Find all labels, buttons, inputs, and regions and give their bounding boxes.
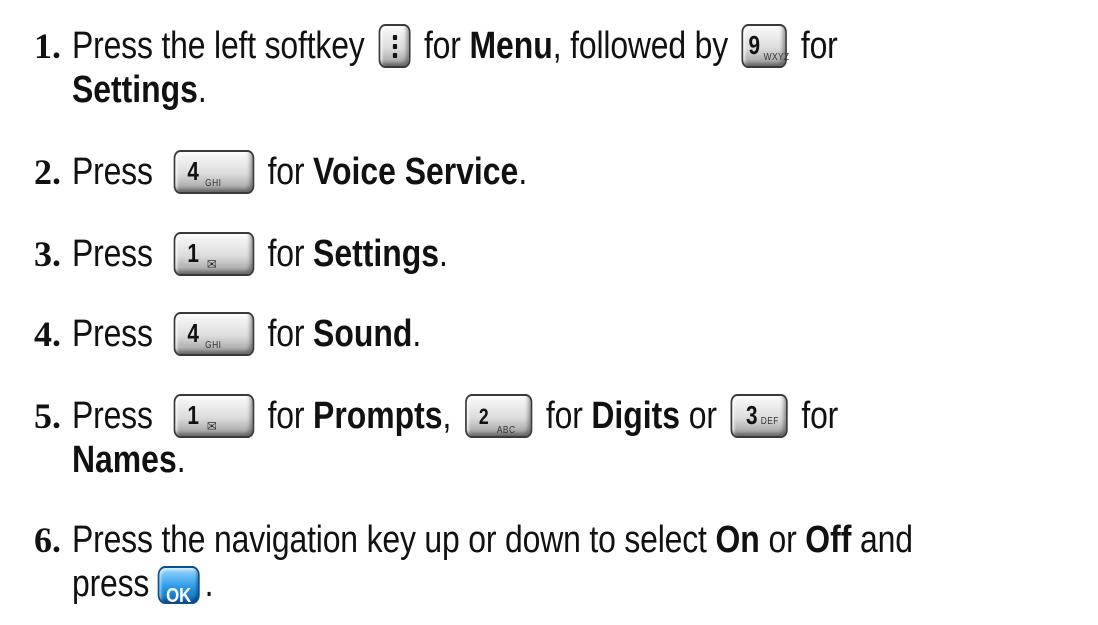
names-label: Names <box>72 439 177 481</box>
digits-label: Digits <box>591 395 681 437</box>
step-text: Press 1 ✉ for Settings. <box>72 232 448 276</box>
step-5: 5. Press 1 ✉ for Prompts, 2 ABC for Digi… <box>34 394 1078 482</box>
step-text: Press the left softkey for Menu, followe… <box>72 24 838 111</box>
step-text: Press 4 GHI for Voice Service. <box>72 150 528 194</box>
menu-label: Menu <box>469 25 553 67</box>
key-4-icon: 4 GHI <box>173 312 254 356</box>
key-1-icon: 1 ✉ <box>173 394 254 438</box>
step-number: 3. <box>34 234 61 274</box>
key-4-icon: 4 GHI <box>173 150 254 194</box>
step-4: 4. Press 4 GHI for Sound. <box>34 312 1078 356</box>
step-1: 1. Press the left softkey for Menu, foll… <box>34 24 1078 112</box>
step-text: Press the navigation key up or down to s… <box>72 519 913 607</box>
step-number: 6. <box>34 520 61 560</box>
step-3: 3. Press 1 ✉ for Settings. <box>34 232 1078 276</box>
step-number: 1. <box>34 26 61 66</box>
step-text: Press 1 ✉ for Prompts, 2 ABC for Digits … <box>72 394 839 481</box>
key-3-icon: 3 DEF <box>730 394 788 438</box>
step-number: 5. <box>34 396 61 436</box>
voice-service-label: Voice Service <box>313 151 519 193</box>
step-text: Press 4 GHI for Sound. <box>72 312 422 356</box>
prompts-label: Prompts <box>313 395 443 437</box>
settings-label: Settings <box>313 233 439 275</box>
key-1-icon: 1 ✉ <box>173 232 254 276</box>
key-2-icon: 2 ABC <box>464 394 533 438</box>
ok-key-icon: OK <box>157 566 200 607</box>
step-number: 2. <box>34 152 61 192</box>
sound-label: Sound <box>313 313 413 355</box>
settings-label: Settings <box>72 69 198 111</box>
step-number: 4. <box>34 314 61 354</box>
step-6: 6. Press the navigation key up or down t… <box>34 518 1078 607</box>
off-label: Off <box>805 519 852 561</box>
on-label: On <box>715 519 760 561</box>
step-2: 2. Press 4 GHI for Voice Service. <box>34 150 1078 194</box>
left-softkey-icon <box>378 24 411 68</box>
key-9-icon: 9 WXYZ <box>741 24 789 68</box>
